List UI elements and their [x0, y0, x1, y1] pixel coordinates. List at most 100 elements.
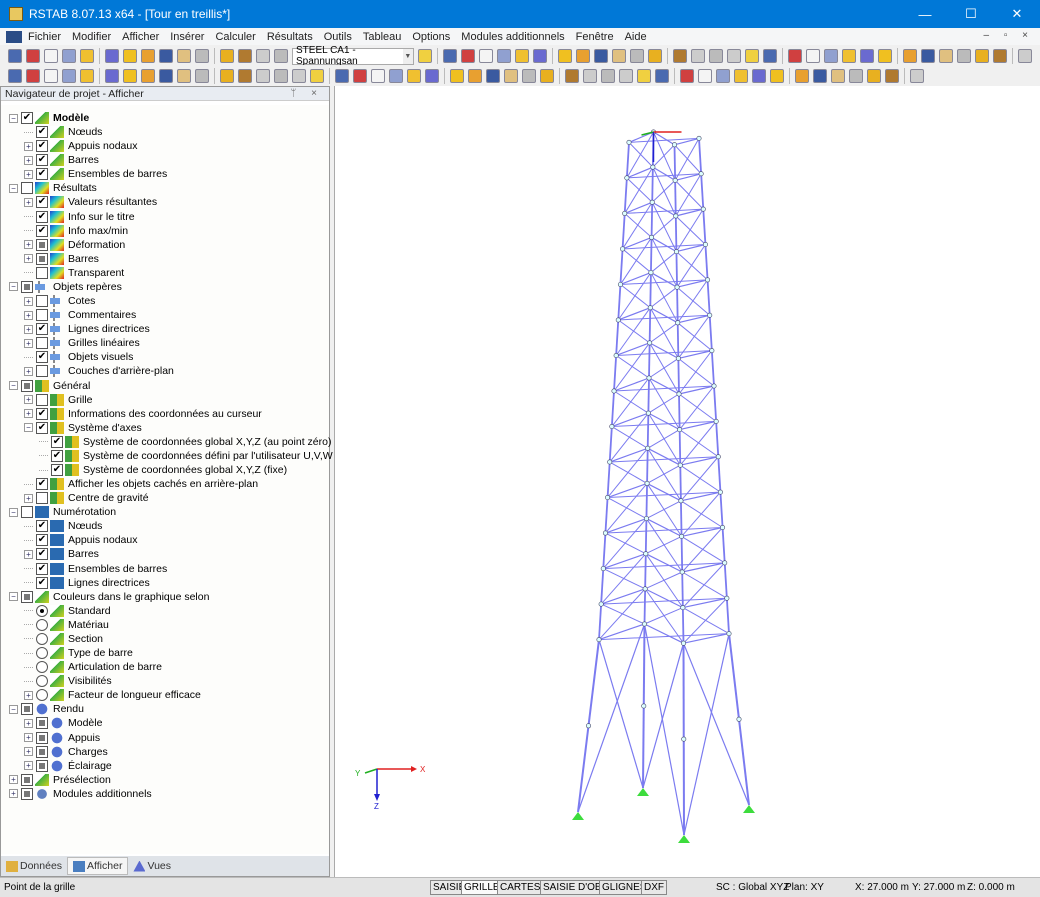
- maximize-button[interactable]: ☐: [948, 0, 994, 28]
- checkbox[interactable]: ✔: [36, 154, 48, 166]
- member[interactable]: [650, 273, 651, 308]
- member[interactable]: [599, 634, 729, 640]
- tree-item[interactable]: −Couleurs dans le graphique selon: [9, 590, 209, 604]
- menu-1[interactable]: Modifier: [72, 31, 111, 43]
- checkbox[interactable]: [36, 253, 48, 265]
- radio-button[interactable]: [36, 661, 48, 673]
- menu-9[interactable]: Modules additionnels: [461, 31, 564, 43]
- member[interactable]: [682, 536, 683, 572]
- toolbar-tool-icon[interactable]: [105, 49, 119, 63]
- toolbar-tool-icon[interactable]: [813, 69, 827, 83]
- toolbar-tool-icon[interactable]: [878, 49, 892, 63]
- node[interactable]: [676, 356, 680, 360]
- dxf-button[interactable]: DXF: [641, 880, 667, 895]
- checkbox[interactable]: ✔: [36, 140, 48, 152]
- toolbar-tool-icon[interactable]: [461, 49, 475, 63]
- checkbox[interactable]: [21, 380, 33, 392]
- expand-icon[interactable]: +: [24, 733, 33, 742]
- tree-item[interactable]: ✔Système de coordonnées global X,Y,Z (fi…: [39, 463, 287, 477]
- toolbar-tool-icon[interactable]: [691, 49, 705, 63]
- toolbar-tool-icon[interactable]: [734, 69, 748, 83]
- node[interactable]: [603, 531, 607, 535]
- member[interactable]: [725, 563, 727, 598]
- toolbar-tool-icon[interactable]: [479, 49, 493, 63]
- toolbar-tool-icon[interactable]: [8, 69, 22, 83]
- toolbar-tool-icon[interactable]: [975, 49, 989, 63]
- node[interactable]: [625, 176, 629, 180]
- toolbar-tool-icon[interactable]: [957, 49, 971, 63]
- menu-8[interactable]: Options: [412, 31, 450, 43]
- member[interactable]: [645, 624, 685, 835]
- collapse-icon[interactable]: −: [9, 114, 18, 123]
- node[interactable]: [703, 242, 707, 246]
- toolbar-tool-icon[interactable]: [745, 49, 759, 63]
- node[interactable]: [679, 499, 683, 503]
- member[interactable]: [648, 413, 649, 448]
- collapse-icon[interactable]: −: [9, 705, 18, 714]
- expand-icon[interactable]: +: [24, 297, 33, 306]
- member[interactable]: [714, 386, 716, 421]
- expand-icon[interactable]: +: [24, 395, 33, 404]
- member[interactable]: [682, 572, 683, 608]
- toolbar-tool-icon[interactable]: [993, 49, 1007, 63]
- toolbar-tool-icon[interactable]: [867, 69, 881, 83]
- minimize-button[interactable]: —: [902, 0, 948, 28]
- expand-icon[interactable]: +: [24, 170, 33, 179]
- member[interactable]: [680, 465, 681, 501]
- tree-item[interactable]: +✔Lignes directrices: [24, 322, 150, 336]
- expand-icon[interactable]: +: [24, 254, 33, 263]
- tree-item[interactable]: −Général: [9, 379, 90, 393]
- collapse-icon[interactable]: −: [9, 508, 18, 517]
- toolbar-tool-icon[interactable]: [443, 49, 457, 63]
- member[interactable]: [645, 572, 682, 589]
- cartes-button[interactable]: CARTES: [497, 880, 543, 895]
- node[interactable]: [714, 419, 718, 423]
- toolbar-tool-icon[interactable]: [26, 69, 40, 83]
- expand-icon[interactable]: +: [24, 367, 33, 376]
- member[interactable]: [675, 180, 703, 209]
- member[interactable]: [727, 598, 729, 633]
- member[interactable]: [646, 519, 647, 554]
- node[interactable]: [646, 411, 650, 415]
- toolbar-tool-icon[interactable]: [540, 69, 554, 83]
- nodal-support[interactable]: [743, 805, 755, 813]
- member[interactable]: [701, 174, 703, 209]
- node[interactable]: [705, 278, 709, 282]
- toolbar-tool-icon[interactable]: [177, 49, 191, 63]
- member[interactable]: [647, 465, 680, 483]
- node[interactable]: [645, 481, 649, 485]
- member[interactable]: [649, 358, 678, 378]
- tree-item[interactable]: ✔Système de coordonnées défini par l'uti…: [39, 449, 333, 463]
- toolbar-tool-icon[interactable]: [353, 69, 367, 83]
- member[interactable]: [616, 351, 712, 356]
- member[interactable]: [723, 527, 725, 562]
- toolbar-tool-icon[interactable]: [141, 69, 155, 83]
- toolbar-tool-icon[interactable]: [515, 49, 529, 63]
- member[interactable]: [678, 358, 679, 394]
- tree-item[interactable]: +✔Ensembles de barres: [24, 167, 167, 181]
- member[interactable]: [618, 284, 620, 320]
- checkbox[interactable]: ✔: [36, 563, 48, 575]
- checkbox[interactable]: ✔: [21, 112, 33, 124]
- radio-button[interactable]: [36, 689, 48, 701]
- node[interactable]: [610, 424, 614, 428]
- node[interactable]: [716, 455, 720, 459]
- checkbox[interactable]: ✔: [36, 548, 48, 560]
- toolbar-tool-icon[interactable]: [680, 69, 694, 83]
- node[interactable]: [699, 172, 703, 176]
- tree-item[interactable]: +✔Barres: [24, 547, 99, 561]
- node[interactable]: [678, 463, 682, 467]
- member[interactable]: [680, 430, 681, 466]
- member[interactable]: [645, 589, 683, 608]
- checkbox[interactable]: ✔: [36, 126, 48, 138]
- member[interactable]: [652, 180, 675, 202]
- node[interactable]: [627, 140, 631, 144]
- tree-item[interactable]: +Cotes: [24, 294, 95, 308]
- collapse-icon[interactable]: −: [9, 282, 18, 291]
- menu-7[interactable]: Tableau: [363, 31, 402, 43]
- toolbar-tool-icon[interactable]: [62, 69, 76, 83]
- node[interactable]: [727, 631, 731, 635]
- member[interactable]: [651, 237, 652, 272]
- member[interactable]: [608, 462, 610, 498]
- toolbar-tool-icon[interactable]: [601, 69, 615, 83]
